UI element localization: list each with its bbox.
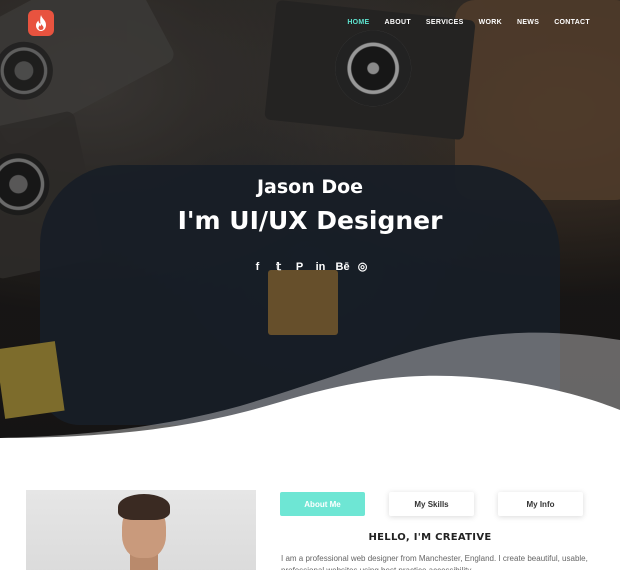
- facebook-icon[interactable]: f: [252, 260, 264, 274]
- pinterest-icon[interactable]: P: [294, 260, 306, 274]
- main-nav: HOME ABOUT SERVICES WORK NEWS CONTACT: [347, 19, 590, 26]
- about-heading: HELLO, I'M CREATIVE: [368, 532, 492, 543]
- nav-item-services[interactable]: SERVICES: [426, 19, 464, 26]
- behance-icon[interactable]: Bē: [336, 260, 350, 274]
- linkedin-icon[interactable]: in: [315, 260, 327, 274]
- nav-item-work[interactable]: WORK: [479, 19, 502, 26]
- flame-icon: [36, 15, 46, 31]
- about-bio: I am a professional web designer from Ma…: [281, 554, 588, 570]
- instagram-icon[interactable]: ◎: [357, 260, 369, 274]
- nav-item-home[interactable]: HOME: [347, 19, 369, 26]
- hero-name: Jason Doe: [256, 176, 364, 198]
- tab-about-me[interactable]: About Me: [280, 492, 365, 516]
- tab-my-info[interactable]: My Info: [498, 492, 583, 516]
- nav-item-about[interactable]: ABOUT: [385, 19, 411, 26]
- nav-item-contact[interactable]: CONTACT: [554, 19, 590, 26]
- about-tabs: About Me My Skills My Info: [280, 492, 583, 516]
- twitter-icon[interactable]: 𝕥: [273, 260, 285, 274]
- nav-item-news[interactable]: NEWS: [517, 19, 539, 26]
- hero-wave-divider: [0, 332, 620, 440]
- hero-role-title: I'm UI/UX Designer: [177, 206, 443, 235]
- logo[interactable]: [28, 10, 54, 36]
- social-links: f 𝕥 P in Bē ◎: [0, 260, 620, 274]
- profile-photo: [26, 490, 256, 570]
- tab-my-skills[interactable]: My Skills: [389, 492, 474, 516]
